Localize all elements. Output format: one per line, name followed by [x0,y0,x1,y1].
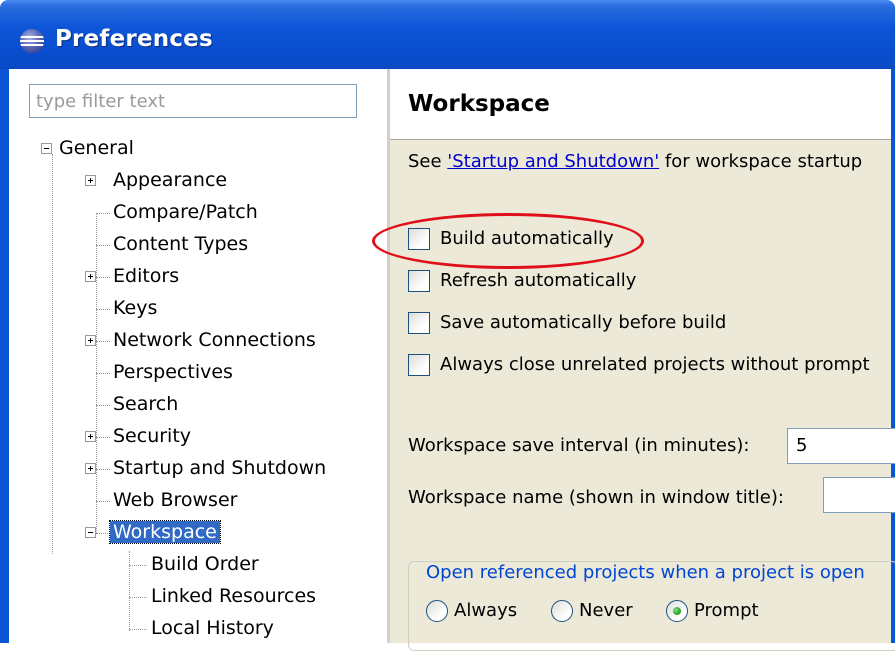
group-title: Open referenced projects when a project … [426,562,865,583]
tree-item-workspace[interactable]: Workspace [109,517,221,547]
expand-toggle-icon[interactable] [85,335,96,346]
tree-connector [129,629,147,630]
window-frame-right [891,69,895,643]
expand-toggle-icon[interactable] [85,271,96,282]
tree-connector [96,469,110,470]
tree-item-editors[interactable]: Editors [110,261,182,291]
collapse-toggle-icon[interactable] [85,527,96,538]
eclipse-icon [20,29,44,53]
tree-connector [96,213,110,214]
save-interval-input[interactable]: 5 [787,428,895,464]
workspace-name-input[interactable] [823,477,895,513]
tree-connector [129,565,147,566]
tree-item-search[interactable]: Search [110,389,181,419]
tree-item-linked-resources[interactable]: Linked Resources [148,581,319,611]
filter-input[interactable] [29,84,357,118]
radio-button-selected[interactable] [666,600,688,622]
tree-connector [96,245,110,246]
tree-connector [96,437,110,438]
tree-item-content-types[interactable]: Content Types [110,229,251,259]
workspace-name-label: Workspace name (shown in window title): [408,487,784,508]
tree-item-keys[interactable]: Keys [110,293,160,323]
tree-connector [96,309,110,310]
checkbox-box[interactable] [408,354,430,376]
checkbox-box[interactable] [408,312,430,334]
tree-item-perspectives[interactable]: Perspectives [110,357,236,387]
tree-item-compare-patch[interactable]: Compare/Patch [110,197,261,227]
tree-item-startup-and-shutdown[interactable]: Startup and Shutdown [110,453,329,483]
checkbox-box[interactable] [408,228,430,250]
tree-connector [129,551,130,631]
tree-connector [129,597,147,598]
tree-item-appearance[interactable]: Appearance [110,165,230,195]
tree-connector [96,213,97,533]
title-bar: Preferences [0,0,895,69]
tree-item-general[interactable]: General [56,133,137,163]
tree-item-web-browser[interactable]: Web Browser [110,485,240,515]
startup-info-text: See 'Startup and Shutdown' for workspace… [408,151,863,172]
preference-page: Workspace See 'Startup and Shutdown' for… [390,69,895,651]
window-title: Preferences [55,26,213,52]
save-interval-label: Workspace save interval (in minutes): [408,435,750,456]
window-frame-left [0,69,9,643]
radio-button[interactable] [551,600,573,622]
expand-toggle-icon[interactable] [85,431,96,442]
tree-item-security[interactable]: Security [110,421,194,451]
page-title: Workspace [408,91,550,117]
expand-toggle-icon[interactable] [85,175,96,186]
radio-button[interactable] [426,600,448,622]
tree-connector [96,501,110,502]
collapse-toggle-icon[interactable] [41,143,52,154]
checkbox-box[interactable] [408,270,430,292]
tree-connector [96,373,110,374]
tree-connector [96,533,110,534]
tree-connector [96,405,110,406]
tree-item-network-connections[interactable]: Network Connections [110,325,319,355]
tree-item-local-history[interactable]: Local History [148,613,277,643]
tree-connector [96,277,110,278]
tree-item-build-order[interactable]: Build Order [148,549,262,579]
expand-toggle-icon[interactable] [85,463,96,474]
page-header: Workspace [390,69,891,140]
navigation-pane: General Appearance Compare/Patch Content… [9,69,387,643]
tree-connector [52,154,53,554]
startup-and-shutdown-link[interactable]: 'Startup and Shutdown' [447,151,659,172]
tree-connector [96,341,110,342]
